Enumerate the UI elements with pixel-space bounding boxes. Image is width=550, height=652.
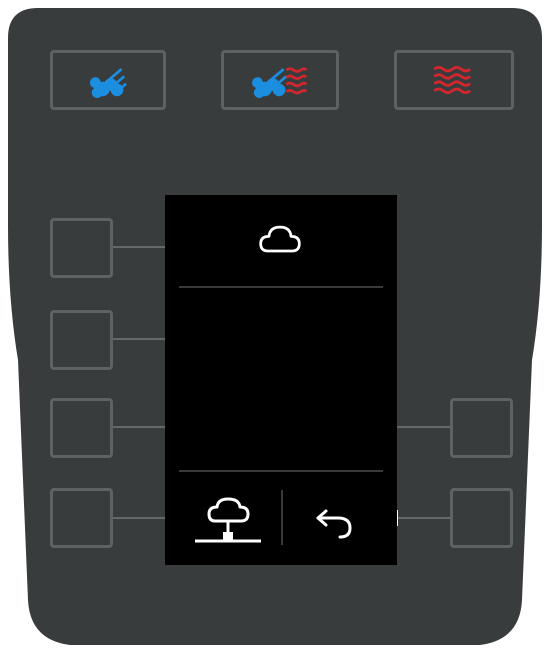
- steam-icon: [90, 68, 127, 98]
- right-connector-2: [397, 517, 450, 519]
- right-button-2[interactable]: [450, 488, 513, 548]
- left-button-4[interactable]: [50, 488, 113, 548]
- steam-mode-button[interactable]: [50, 50, 166, 110]
- left-connector-4: [113, 517, 165, 519]
- left-connector-1: [113, 246, 165, 248]
- heat-waves-icon: [433, 66, 472, 94]
- screen-footer-divider: [179, 470, 383, 472]
- back-arrow-icon[interactable]: [312, 501, 356, 541]
- cloud-network-icon[interactable]: [193, 495, 263, 547]
- left-connector-3: [113, 426, 165, 428]
- cloud-icon[interactable]: [257, 223, 303, 257]
- left-connector-2: [113, 338, 165, 340]
- left-button-2[interactable]: [50, 310, 113, 370]
- combi-steam-heat-icon: [252, 67, 308, 98]
- display-screen: [165, 195, 397, 565]
- screen-footer-separator: [281, 490, 283, 545]
- heat-mode-button[interactable]: [394, 50, 514, 110]
- screen-header-divider: [179, 286, 383, 288]
- combi-mode-button[interactable]: [221, 50, 339, 110]
- right-button-1[interactable]: [450, 398, 513, 458]
- left-button-1[interactable]: [50, 218, 113, 278]
- right-connector-1: [397, 426, 450, 428]
- left-button-3[interactable]: [50, 398, 113, 458]
